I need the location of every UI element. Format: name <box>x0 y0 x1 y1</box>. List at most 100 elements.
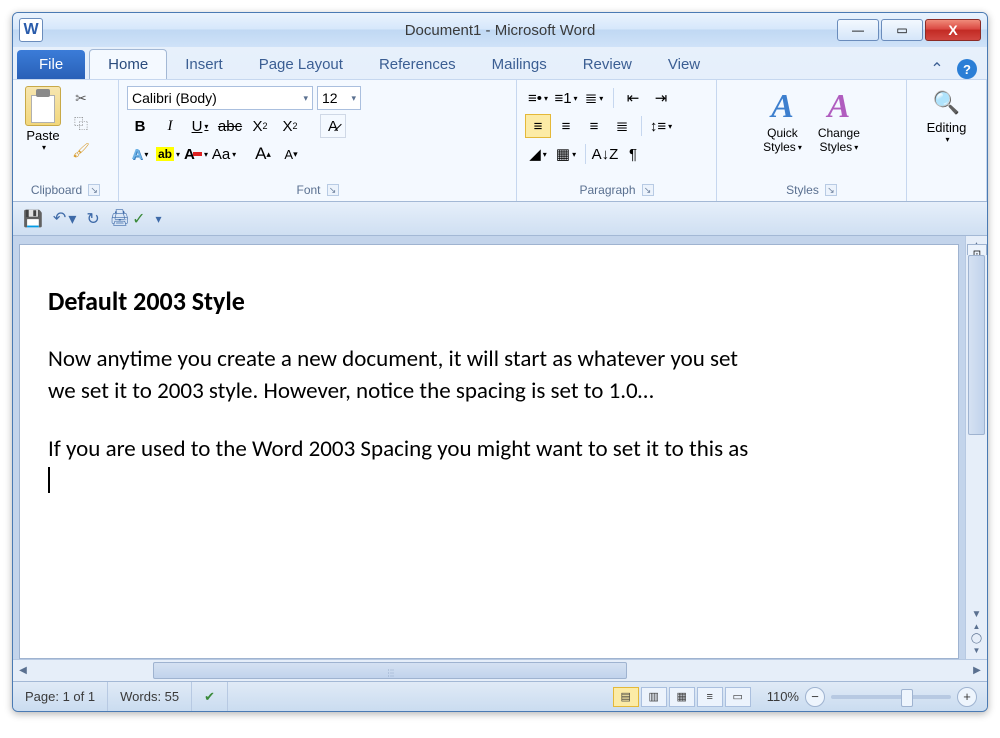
print-layout-view[interactable]: ▤ <box>613 687 639 707</box>
italic-button[interactable]: I <box>157 114 183 138</box>
grow-font-button[interactable]: A▴ <box>250 142 276 166</box>
vertical-scrollbar[interactable]: ▲ ▼ ▲ ◯ ▼ <box>965 236 987 659</box>
vscroll-track[interactable] <box>966 255 987 605</box>
font-size-combo[interactable]: 12▾ <box>317 86 361 110</box>
undo-button[interactable]: ↶▾ <box>53 208 76 229</box>
highlight-button[interactable]: ab▾ <box>155 142 181 166</box>
horizontal-scrollbar[interactable]: ◀ ▶ <box>13 659 987 681</box>
zoom-slider[interactable] <box>831 695 951 699</box>
quick-styles-button[interactable]: A Quick Styles▾ <box>757 84 808 181</box>
scroll-down-arrow[interactable]: ▼ <box>972 609 982 620</box>
format-painter-button[interactable]: 🖌 <box>69 140 93 160</box>
status-proofing[interactable]: ✔ <box>192 682 228 711</box>
tab-page-layout[interactable]: Page Layout <box>241 50 361 79</box>
font-color-button[interactable]: A▾ <box>183 142 209 166</box>
browse-prev[interactable]: ▲ <box>973 622 981 631</box>
tab-mailings[interactable]: Mailings <box>474 50 565 79</box>
tab-references[interactable]: References <box>361 50 474 79</box>
font-launcher[interactable]: ↘ <box>327 184 339 196</box>
sort-button[interactable]: A↓Z <box>592 142 618 166</box>
minimize-button[interactable]: — <box>837 19 879 41</box>
show-marks-button[interactable]: ¶ <box>620 142 646 166</box>
justify-button[interactable]: ≣ <box>609 114 635 138</box>
clear-formatting-button[interactable]: A̷ <box>320 114 346 138</box>
collapse-ribbon-icon[interactable]: ⌃ <box>927 59 947 79</box>
bullets-button[interactable]: ≡•▾ <box>525 86 551 110</box>
save-button[interactable]: 💾 <box>23 209 43 229</box>
styles-launcher[interactable]: ↘ <box>825 184 837 196</box>
change-case-button[interactable]: Aa▾ <box>211 142 237 166</box>
text-effects-button[interactable]: A▾ <box>127 142 153 166</box>
customize-qat-button[interactable]: ▾ <box>155 212 161 226</box>
outline-view[interactable]: ≡ <box>697 687 723 707</box>
group-styles: A Quick Styles▾ A Change Styles▾ Styles ↘ <box>717 80 907 201</box>
increase-indent-button[interactable]: ⇥ <box>648 86 674 110</box>
ribbon-body: Paste ▾ ✂ ⿻ 🖌 Clipboard↘ Calibri (Body)▾… <box>13 79 987 201</box>
vscroll-thumb[interactable] <box>968 255 985 435</box>
draft-view[interactable]: ▭ <box>725 687 751 707</box>
decrease-indent-button[interactable]: ⇤ <box>620 86 646 110</box>
scroll-right-arrow[interactable]: ▶ <box>967 665 987 676</box>
strikethrough-button[interactable]: abc <box>217 114 243 138</box>
align-left-button[interactable]: ≡ <box>525 114 551 138</box>
shading-button[interactable]: ◢▾ <box>525 142 551 166</box>
editing-label[interactable]: Editing <box>927 120 967 135</box>
paste-icon <box>25 86 61 126</box>
close-button[interactable]: X <box>925 19 981 41</box>
maximize-button[interactable]: ▭ <box>881 19 923 41</box>
hscroll-thumb[interactable] <box>153 662 627 679</box>
ribbon: File Home Insert Page Layout References … <box>13 47 987 202</box>
editing-dropdown[interactable]: ▾ <box>945 135 949 144</box>
find-icon[interactable]: 🔍 <box>933 90 960 116</box>
doc-heading: Default 2003 Style <box>48 285 930 317</box>
font-name-combo[interactable]: Calibri (Body)▾ <box>127 86 313 110</box>
web-layout-view[interactable]: ▦ <box>669 687 695 707</box>
zoom-level[interactable]: 110% <box>767 689 799 704</box>
paste-dropdown-icon[interactable]: ▾ <box>42 143 46 152</box>
full-screen-view[interactable]: ▥ <box>641 687 667 707</box>
tab-insert[interactable]: Insert <box>167 50 241 79</box>
cut-button[interactable]: ✂ <box>69 88 93 108</box>
tab-file[interactable]: File <box>17 50 85 79</box>
borders-button[interactable]: ▦▾ <box>553 142 579 166</box>
hscroll-track[interactable] <box>33 660 967 681</box>
copy-button[interactable]: ⿻ <box>69 114 93 134</box>
quick-print-button[interactable]: 🖨✓ <box>110 208 146 229</box>
app-icon[interactable]: W <box>19 18 43 42</box>
zoom-in-button[interactable]: + <box>957 687 977 707</box>
scroll-left-arrow[interactable]: ◀ <box>13 665 33 676</box>
tab-review[interactable]: Review <box>565 50 650 79</box>
paste-button[interactable]: Paste ▾ <box>21 84 65 181</box>
browse-next[interactable]: ▼ <box>973 646 981 655</box>
shrink-font-button[interactable]: A▾ <box>278 142 304 166</box>
zoom-out-button[interactable]: − <box>805 687 825 707</box>
subscript-button[interactable]: X2 <box>247 114 273 138</box>
line-spacing-button[interactable]: ↕≡▾ <box>648 114 674 138</box>
clipboard-launcher[interactable]: ↘ <box>88 184 100 196</box>
align-center-button[interactable]: ≡ <box>553 114 579 138</box>
superscript-button[interactable]: X2 <box>277 114 303 138</box>
status-words[interactable]: Words: 55 <box>108 682 192 711</box>
styles-group-label: Styles <box>786 183 819 197</box>
status-page[interactable]: Page: 1 of 1 <box>13 682 108 711</box>
tab-home[interactable]: Home <box>89 49 167 79</box>
bold-button[interactable]: B <box>127 114 153 138</box>
multilevel-button[interactable]: ≣▾ <box>581 86 607 110</box>
document-page[interactable]: Default 2003 Style Now anytime you creat… <box>19 244 959 659</box>
app-window: W Document1 - Microsoft Word — ▭ X File … <box>12 12 988 712</box>
numbering-button[interactable]: ≡1▾ <box>553 86 579 110</box>
align-right-button[interactable]: ≡ <box>581 114 607 138</box>
underline-button[interactable]: U▾ <box>187 114 213 138</box>
tab-view[interactable]: View <box>650 50 718 79</box>
ribbon-tabs: File Home Insert Page Layout References … <box>13 47 987 79</box>
doc-paragraph-3: If you are used to the Word 2003 Spacing… <box>48 435 930 495</box>
redo-button[interactable]: ↻ <box>86 209 99 229</box>
status-bar: Page: 1 of 1 Words: 55 ✔ ▤ ▥ ▦ ≡ ▭ 110% … <box>13 681 987 711</box>
chevron-down-icon: ▾ <box>297 93 308 104</box>
help-icon[interactable]: ? <box>957 59 977 79</box>
change-styles-button[interactable]: A Change Styles▾ <box>812 84 866 181</box>
paragraph-launcher[interactable]: ↘ <box>642 184 654 196</box>
zoom-controls: 110% − + <box>757 687 987 707</box>
browse-select[interactable]: ◯ <box>971 633 982 644</box>
titlebar[interactable]: W Document1 - Microsoft Word — ▭ X <box>13 13 987 47</box>
